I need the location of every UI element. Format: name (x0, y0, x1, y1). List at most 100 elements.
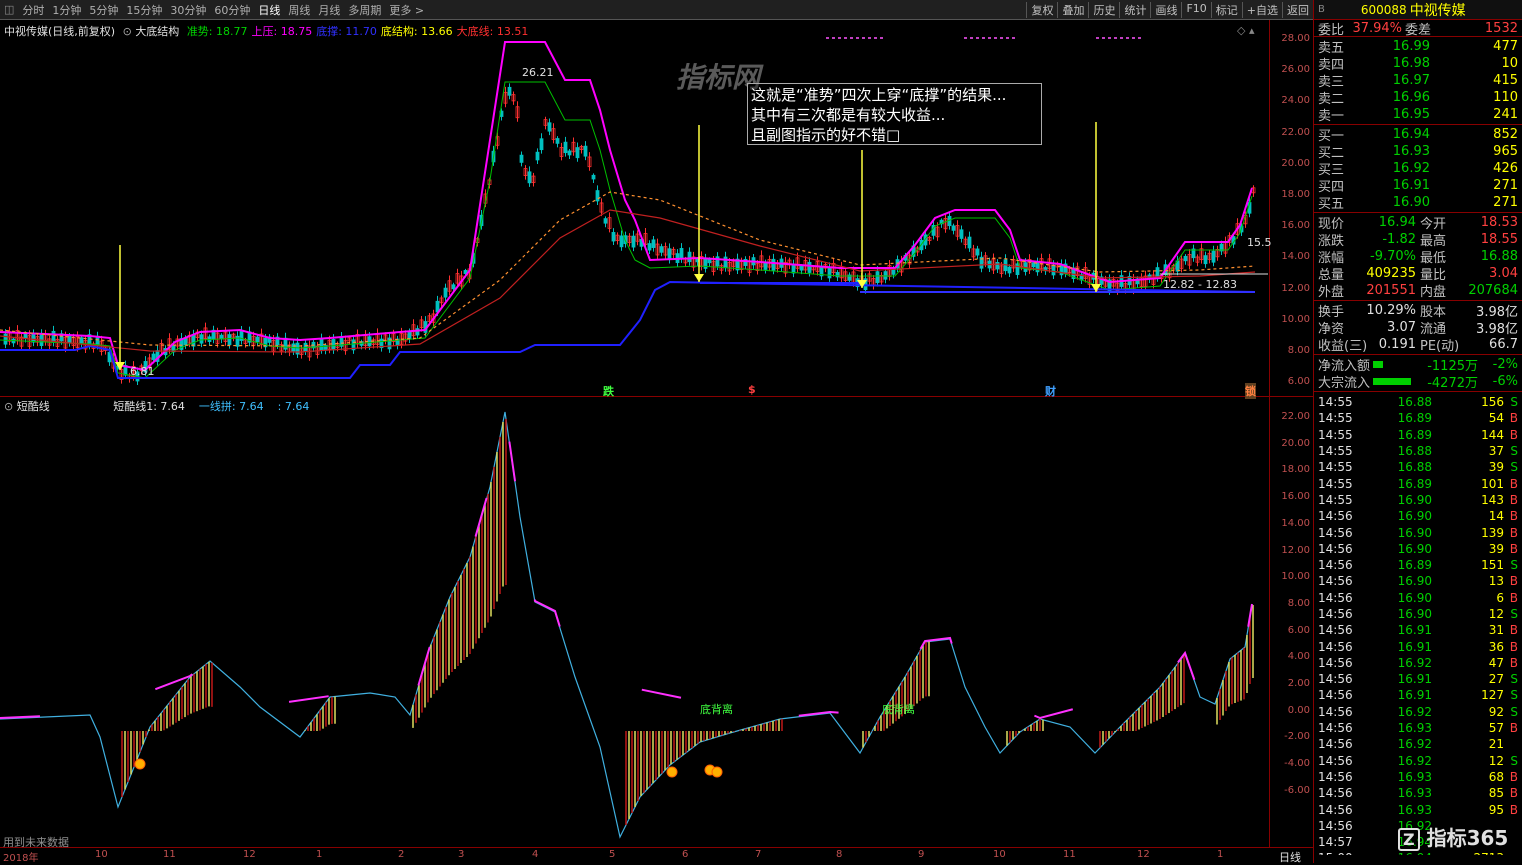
book-volume: 110 (1493, 90, 1518, 105)
candle (547, 122, 552, 132)
tick-time: 14:55 (1318, 395, 1353, 410)
toolbar-tool-button[interactable]: +自选 (1241, 1, 1282, 18)
stat-label: 内盘 (1420, 285, 1447, 300)
tick-direction: B (1509, 721, 1518, 736)
tick-list[interactable]: 14:55 16.88 156 S 14:55 16.89 54 B 14:55 16.89 144… (1314, 392, 1522, 855)
period-tab[interactable]: 1分钟 (48, 2, 85, 18)
toolbar-tool-button[interactable]: 历史 (1088, 1, 1119, 18)
tick-time: 14:56 (1318, 607, 1353, 621)
period-tab[interactable]: 分时 (18, 2, 48, 18)
period-tab[interactable]: 多周期 (344, 2, 385, 18)
tick-time: 14:56 (1318, 541, 1353, 556)
indicator-toggle-icon[interactable]: ⊙ (4, 400, 13, 413)
tick-row: 14:56 16.92 92 S (1314, 704, 1522, 720)
tick-row: 14:56 16.90 39 B (1314, 541, 1522, 557)
stat-row: 换手 10.29% 股本 3.98亿 (1314, 302, 1522, 320)
toolbar-tool-button[interactable]: 复权 (1026, 1, 1057, 18)
candle (619, 235, 624, 248)
order-book-row[interactable]: 买三 16.92 426 (1314, 160, 1522, 178)
order-book-row[interactable]: 买四 16.91 271 (1314, 177, 1522, 195)
tick-direction: S (1510, 753, 1518, 768)
toolbar-tool-button[interactable]: 叠加 (1057, 1, 1088, 18)
tick-price: 16.90 (1397, 607, 1432, 621)
axis-tick-label: 28.00 (1281, 33, 1310, 44)
range-label: 12.82 - 12.83 (1163, 278, 1237, 291)
tick-time: 14:56 (1318, 737, 1353, 752)
toolbar-tool-button[interactable]: F10 (1181, 1, 1210, 18)
book-price: 16.95 (1392, 107, 1430, 122)
tick-volume: 13 (1488, 574, 1504, 589)
book-price: 16.90 (1392, 195, 1430, 210)
tick-volume: 151 (1481, 558, 1504, 573)
period-tab[interactable]: 60分钟 (210, 2, 254, 18)
period-tab[interactable]: 周线 (284, 2, 314, 18)
legend-item: 上压: 18.75 (251, 25, 313, 38)
order-book-row[interactable]: 卖五 16.99 477 (1314, 38, 1522, 56)
candle (591, 174, 596, 180)
order-book-row[interactable]: 买一 16.94 852 (1314, 126, 1522, 144)
order-book-row[interactable]: 买五 16.90 271 (1314, 194, 1522, 212)
book-level-label: 买五 (1318, 197, 1345, 212)
time-tick-label: 5 (609, 849, 616, 860)
dot-mark (1108, 37, 1111, 39)
tick-price: 16.88 (1397, 395, 1432, 410)
dot-mark (874, 37, 877, 39)
tick-price: 16.90 (1397, 541, 1432, 556)
toolbar-tool-button[interactable]: 画线 (1150, 1, 1181, 18)
stat-label: PE(动) (1420, 339, 1460, 354)
main-chart[interactable]: 中视传媒(日线,前复权) ⊙ 大底结构 准势: 18.77 上压: 18.75 底撑… (0, 20, 1272, 399)
axis-tick-label: 6.00 (1287, 376, 1310, 388)
order-book-row[interactable]: 卖一 16.95 241 (1314, 106, 1522, 124)
stat-row: 涨幅 -9.70% 最低 16.88 (1314, 248, 1522, 266)
axis-tick-label: 12.00 (1281, 282, 1310, 294)
dot-mark (982, 37, 985, 39)
candle (527, 171, 532, 184)
sub-legend-values: 短酷线1: 7.64 一线拼: 7.64: 7.64 (113, 400, 309, 413)
period-tab[interactable]: 日线 (254, 2, 284, 18)
tick-row: 14:56 16.90 14 B (1314, 508, 1522, 524)
axis-tick-label: 16.00 (1281, 491, 1310, 503)
order-book-row[interactable]: 卖四 16.98 10 (1314, 55, 1522, 73)
tick-direction: B (1509, 574, 1518, 589)
tick-time: 14:56 (1318, 818, 1353, 833)
order-book-row[interactable]: 卖二 16.96 110 (1314, 89, 1522, 107)
oscillator-svg (0, 410, 1254, 839)
book-price: 16.99 (1392, 39, 1430, 54)
brand-logo: Z 指标365 (1398, 822, 1508, 851)
candle (539, 138, 544, 151)
chart-controls[interactable]: ◇ ▴ (1237, 24, 1254, 37)
event-marker[interactable]: $ (748, 383, 756, 396)
tick-volume: 92 (1488, 704, 1504, 719)
period-tab[interactable]: 30分钟 (166, 2, 210, 18)
order-book-row[interactable]: 卖三 16.97 415 (1314, 72, 1522, 90)
toolbar-menu-icon[interactable]: ◫ (0, 3, 18, 16)
tick-volume: 57 (1488, 721, 1504, 736)
flow-pct: -2% (1492, 357, 1518, 372)
time-tick-label: 11 (163, 849, 176, 860)
tick-direction: B (1509, 655, 1518, 670)
toolbar-tool-button[interactable]: 标记 (1210, 1, 1242, 18)
period-tab[interactable]: 5分钟 (85, 2, 122, 18)
sub-legend-item: 一线拼: 7.64 (198, 400, 264, 413)
tick-price: 16.89 (1397, 476, 1432, 491)
tick-direction: B (1509, 476, 1518, 491)
tick-time: 14:56 (1318, 688, 1353, 703)
toolbar-tool-button[interactable]: 统计 (1119, 1, 1150, 18)
period-tab[interactable]: 月线 (314, 2, 344, 18)
book-price: 16.93 (1392, 144, 1430, 159)
sub-chart[interactable]: ⊙ 短酷线 短酷线1: 7.64 一线拼: 7.64: 7.64 底背离 底背离 … (0, 397, 1270, 849)
tick-time: 14:55 (1318, 427, 1353, 442)
indicator-toggle-icon[interactable]: ⊙ (123, 25, 132, 38)
candle (631, 235, 636, 248)
tick-volume: 31 (1488, 623, 1504, 638)
order-book-row[interactable]: 买二 16.93 965 (1314, 143, 1522, 161)
tick-row: 14:55 16.89 54 B (1314, 410, 1522, 426)
time-tick-label: 1 (1217, 849, 1224, 860)
period-tab[interactable]: 更多 > (385, 2, 428, 18)
tick-row: 14:56 16.90 12 S (1314, 606, 1522, 622)
toolbar-tool-button[interactable]: 返回 (1282, 1, 1313, 18)
panel-badge-icon[interactable]: B (1318, 4, 1325, 15)
stat-value: 3.07 (1387, 320, 1416, 335)
period-tab[interactable]: 15分钟 (122, 2, 166, 18)
candle (827, 267, 832, 279)
